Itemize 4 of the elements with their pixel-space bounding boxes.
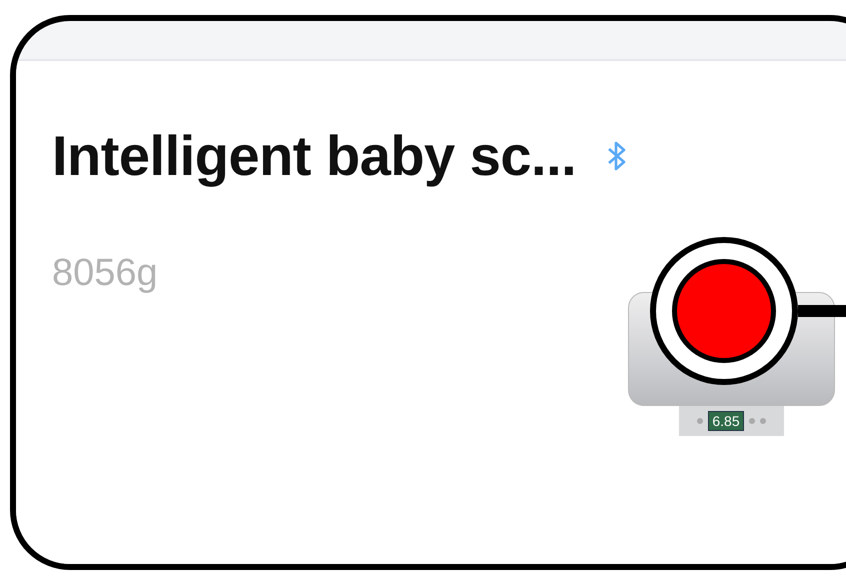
weight-reading: 8056g: [52, 252, 159, 295]
scale-display: 6.85: [708, 411, 744, 431]
device-card[interactable]: Intelligent baby sc... 8056g 6.85: [16, 61, 846, 564]
device-name: Intelligent baby sc...: [52, 123, 576, 188]
